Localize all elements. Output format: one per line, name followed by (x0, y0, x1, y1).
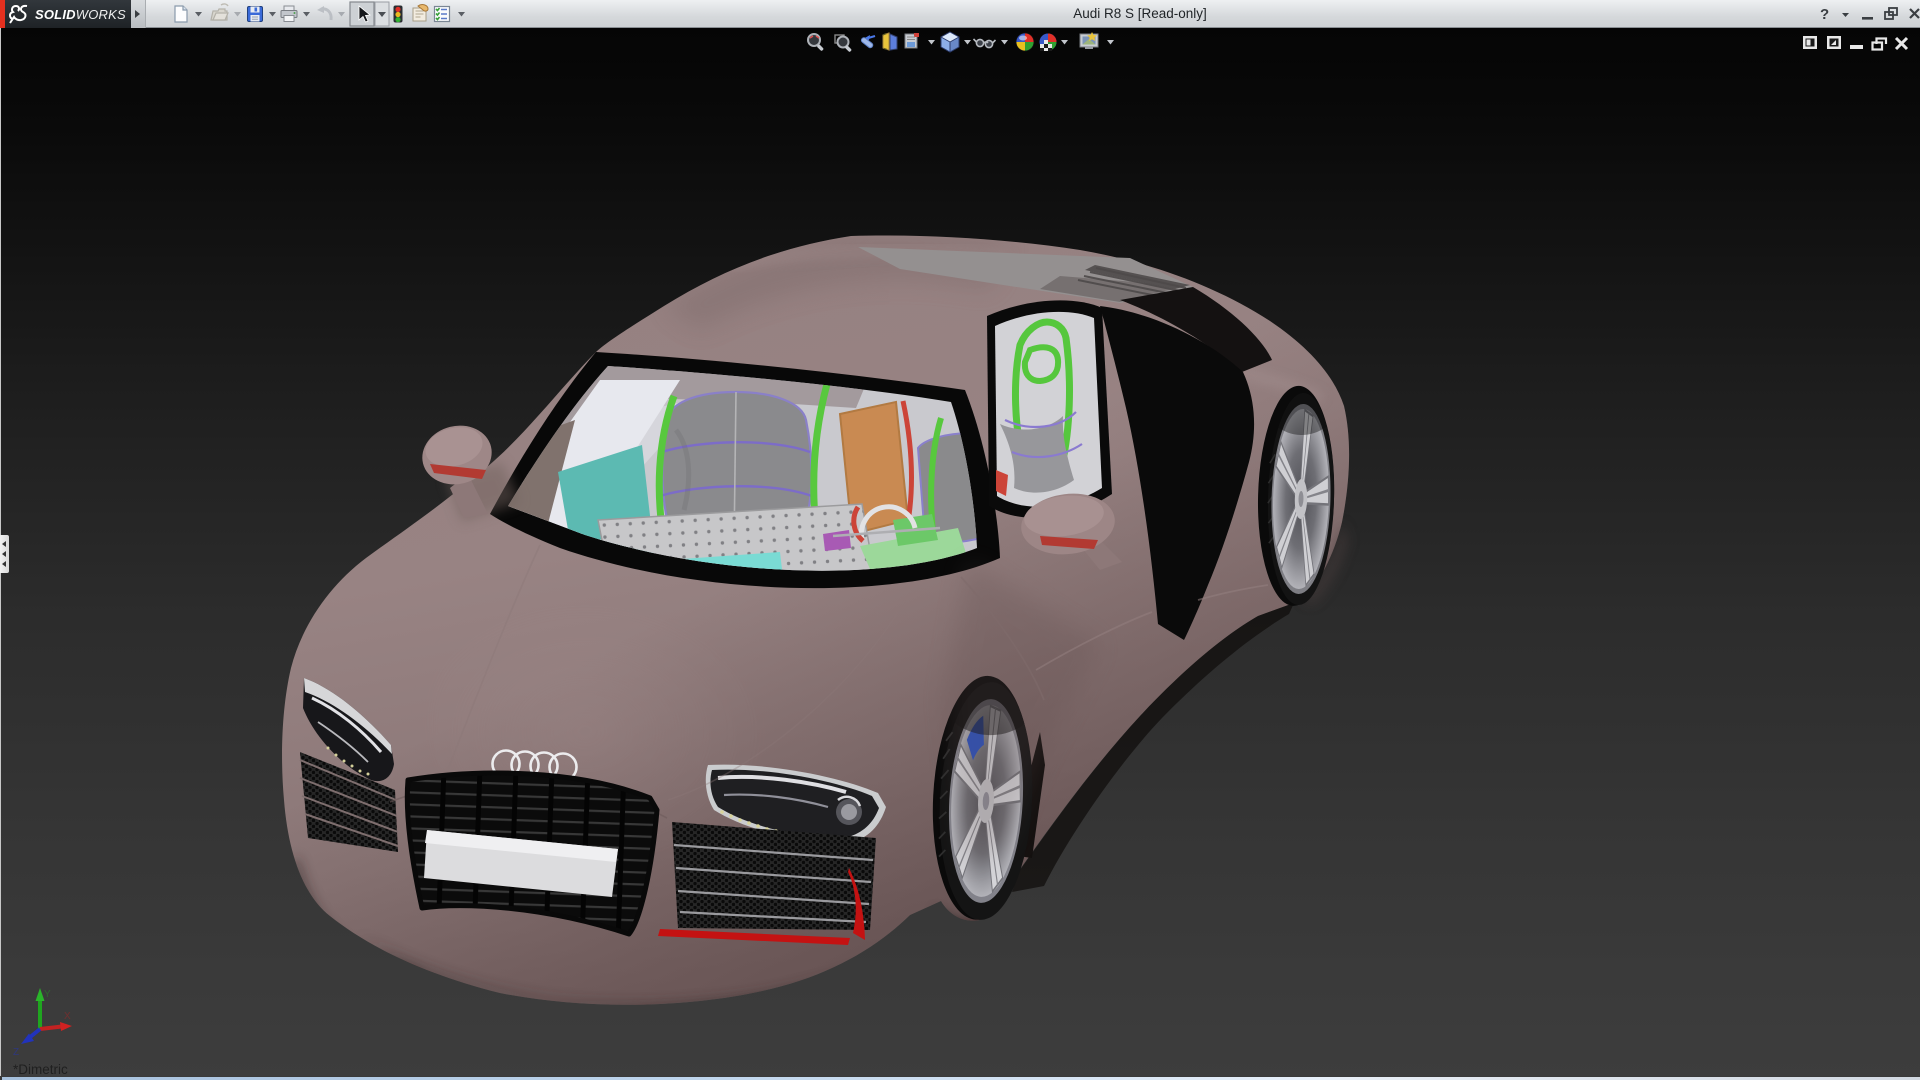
svg-text:?: ? (1820, 6, 1829, 23)
